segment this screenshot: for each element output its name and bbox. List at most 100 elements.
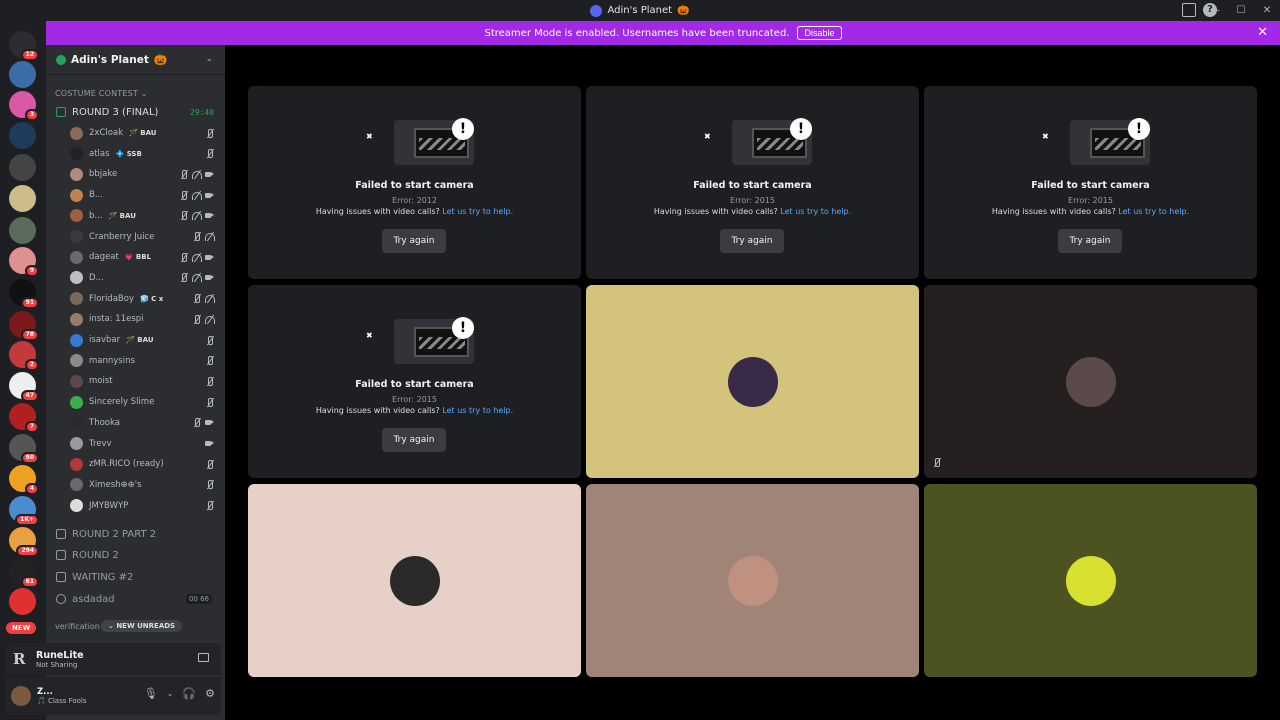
voice-member[interactable]: Sincerely Slime — [70, 392, 220, 412]
deafened-icon — [192, 253, 202, 262]
voice-member[interactable]: 2xCloak 🪄 BAU — [70, 123, 220, 143]
server-icon[interactable]: 91 — [9, 279, 39, 309]
gear-icon[interactable]: ⚙ — [205, 687, 215, 700]
screen-share-icon[interactable] — [198, 653, 209, 662]
avatar[interactable] — [11, 686, 31, 706]
error-title: Failed to start camera — [1031, 180, 1150, 191]
video-tile-error[interactable]: ✖ ! Failed to start camera Error: 2015 H… — [586, 86, 919, 279]
voice-member[interactable]: isavbar 🪄 BAU — [70, 330, 220, 350]
server-icon[interactable]: 80 — [9, 434, 39, 464]
video-tile-error[interactable]: ✖ ! Failed to start camera Error: 2012 H… — [248, 86, 581, 279]
server-icon[interactable] — [9, 588, 36, 615]
voice-member[interactable]: Trevv — [70, 434, 220, 454]
help-text: Having issues with video calls? — [653, 207, 778, 216]
video-tile-avatar[interactable] — [586, 285, 919, 478]
camera-icon — [205, 418, 214, 427]
voice-member[interactable]: moist — [70, 371, 220, 391]
camera-icon — [205, 253, 214, 262]
video-tile-avatar[interactable] — [586, 484, 919, 677]
close-banner-icon[interactable]: ✕ — [1257, 25, 1268, 40]
help-link[interactable]: Let us try to help. — [780, 207, 851, 216]
channel-verification[interactable]: verification — [55, 622, 100, 631]
pumpkin-icon: 🎃 — [153, 53, 168, 66]
server-icon[interactable]: 78 — [9, 311, 39, 341]
server-icon[interactable]: 7 — [9, 403, 39, 433]
video-tile-error[interactable]: ✖ ! Failed to start camera Error: 2015 H… — [248, 285, 581, 478]
error-title: Failed to start camera — [693, 180, 812, 191]
pumpkin-icon: 🎃 — [677, 5, 690, 16]
voice-channel[interactable]: WAITING #2 — [52, 568, 218, 586]
voice-member[interactable]: zMR.RICO (ready) — [70, 454, 220, 474]
headphones-icon[interactable]: 🎧 — [182, 687, 196, 700]
avatar — [70, 312, 83, 326]
voice-channel[interactable]: ROUND 2 — [52, 546, 218, 564]
server-icon[interactable]: 2 — [9, 341, 39, 371]
new-servers-pill[interactable]: NEW — [6, 622, 37, 634]
server-header[interactable]: Adin's Planet 🎃 ⌄ — [46, 45, 225, 75]
voice-member[interactable]: insta: 11espi — [70, 309, 220, 329]
voice-member[interactable]: atlas 💠 SSB — [70, 144, 220, 164]
deafened-icon — [205, 315, 215, 324]
help-link[interactable]: Let us try to help. — [1118, 207, 1189, 216]
new-unreads-pill[interactable]: ⌄ NEW UNREADS — [101, 620, 183, 632]
error-code: Error: 2012 — [392, 196, 437, 205]
voice-member[interactable]: dageat 💗 BBL — [70, 247, 220, 267]
channel-name: ROUND 3 (FINAL) — [72, 106, 159, 118]
server-icon[interactable]: 294 — [9, 527, 39, 557]
maximize-icon[interactable]: ☐ — [1228, 5, 1254, 16]
help-link[interactable]: Let us try to help. — [442, 406, 513, 415]
try-again-button[interactable]: Try again — [1058, 229, 1122, 253]
server-icon[interactable]: 9 — [9, 247, 39, 277]
avatar — [70, 437, 83, 450]
try-again-button[interactable]: Try again — [382, 428, 446, 452]
avatar — [70, 271, 83, 285]
voice-member[interactable]: bbjake — [70, 164, 220, 184]
voice-member[interactable]: Cranberry Juice — [70, 227, 220, 247]
video-tile-avatar[interactable] — [924, 285, 1257, 478]
voice-member[interactable]: b... 🪄 BAU — [70, 206, 220, 226]
server-icon[interactable]: 47 — [9, 372, 39, 402]
category-costume-contest[interactable]: COSTUME CONTEST ⌄ — [55, 89, 148, 98]
server-icon[interactable]: 12 — [9, 31, 39, 61]
microphone-icon[interactable]: 🎙 — [144, 687, 158, 700]
minimize-icon[interactable]: — — [1202, 5, 1228, 16]
voice-member[interactable]: mannysins — [70, 351, 220, 371]
close-window-icon[interactable]: ✕ — [1254, 5, 1280, 16]
inbox-icon[interactable] — [1182, 3, 1196, 17]
avatar — [70, 457, 83, 471]
server-icon[interactable]: 61 — [9, 558, 39, 588]
server-icon[interactable]: 3 — [9, 91, 39, 121]
voice-member[interactable]: Ximesh⊕⊕'s — [70, 475, 220, 495]
voice-channel-round-3[interactable]: ROUND 3 (FINAL) 29:40 — [52, 103, 218, 121]
server-icon[interactable]: 1K+ — [9, 496, 39, 526]
mic-muted-icon — [205, 128, 214, 138]
user-name: Z... — [37, 687, 53, 697]
chevron-down-icon[interactable]: ⌄ — [205, 54, 213, 64]
server-icon[interactable] — [9, 185, 36, 212]
server-icon[interactable] — [9, 154, 36, 181]
voice-member[interactable]: B... — [70, 185, 220, 205]
server-icon[interactable] — [9, 61, 36, 88]
help-link[interactable]: Let us try to help. — [442, 207, 513, 216]
try-again-button[interactable]: Try again — [382, 229, 446, 253]
voice-channel[interactable]: asdadad 00 66 — [52, 590, 218, 608]
video-tile-avatar[interactable] — [924, 484, 1257, 677]
server-icon[interactable] — [9, 122, 36, 149]
deafened-icon — [192, 211, 202, 221]
video-tile-avatar[interactable] — [248, 484, 581, 677]
voice-member[interactable]: Thooka — [70, 413, 220, 433]
new-unreads-label: NEW UNREADS — [116, 622, 176, 630]
chevron-down-icon[interactable]: ⌄ — [167, 689, 174, 698]
voice-channel[interactable]: ROUND 2 PART 2 — [52, 525, 218, 543]
disable-streamer-mode-button[interactable]: Disable — [797, 26, 842, 40]
try-again-button[interactable]: Try again — [720, 229, 784, 253]
server-icon[interactable]: 4 — [9, 465, 39, 495]
voice-member[interactable]: FloridaBoy 🧊 C x — [70, 289, 220, 309]
close-icon: ✖ — [366, 331, 373, 340]
server-icon[interactable] — [9, 217, 36, 244]
voice-member[interactable]: JMYBWYP — [70, 496, 220, 516]
voice-member[interactable]: D... — [70, 268, 220, 288]
camera-icon — [205, 191, 214, 200]
video-tile-error[interactable]: ✖ ! Failed to start camera Error: 2015 H… — [924, 86, 1257, 279]
channel-name: ROUND 2 — [72, 549, 119, 561]
